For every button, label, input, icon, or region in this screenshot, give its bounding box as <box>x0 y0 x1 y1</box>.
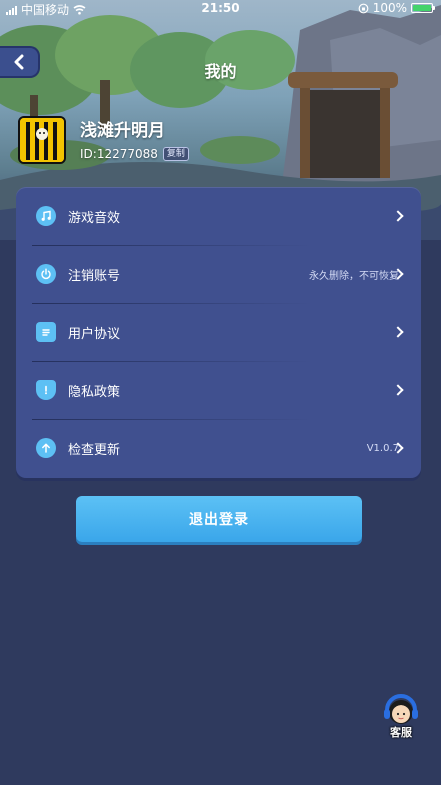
page-title: 我的 <box>204 62 237 81</box>
settings-item-delete-account[interactable]: 注销账号 永久删除，不可恢复 <box>16 245 421 303</box>
settings-item-privacy-policy[interactable]: 隐私政策 <box>16 361 421 419</box>
document-icon <box>36 322 56 342</box>
battery-percent: 100% <box>372 1 407 15</box>
settings-item-check-update[interactable]: 检查更新 V1.0.7 <box>16 419 421 477</box>
chevron-right-icon <box>392 210 404 222</box>
avatar[interactable] <box>18 116 66 164</box>
orientation-lock-icon <box>358 3 369 13</box>
customer-service-button[interactable]: 客服 <box>381 690 421 742</box>
customer-service-label: 客服 <box>390 726 412 739</box>
status-right: 100% <box>358 1 435 15</box>
copy-id-button[interactable]: 复制 <box>162 147 189 161</box>
user-id-row: ID:12277088 复制 <box>80 147 189 161</box>
shield-icon <box>36 380 56 400</box>
logout-button[interactable]: 退出登录 <box>76 496 362 542</box>
chevron-right-icon <box>392 384 404 396</box>
user-id: ID:12277088 <box>80 147 158 161</box>
status-bar: 中国移动 21:50 100% <box>0 0 441 18</box>
settings-item-label: 用户协议 <box>68 326 121 342</box>
settings-item-user-agreement[interactable]: 用户协议 <box>16 303 421 361</box>
chevron-right-icon <box>392 326 404 338</box>
settings-item-label: 注销账号 <box>68 268 121 284</box>
settings-item-hint: 永久删除，不可恢复 <box>309 270 399 282</box>
settings-item-label: 游戏音效 <box>68 210 121 226</box>
power-icon <box>36 264 56 284</box>
arrow-up-icon <box>36 438 56 458</box>
settings-item-label: 隐私政策 <box>68 384 121 400</box>
settings-card: 游戏音效 注销账号 永久删除，不可恢复 用户协议 隐私政策 检查更新 V1.0.… <box>16 187 421 478</box>
username: 浅滩升明月 <box>80 121 165 141</box>
settings-item-sound[interactable]: 游戏音效 <box>16 187 421 245</box>
battery-icon <box>411 3 435 13</box>
settings-item-label: 检查更新 <box>68 442 121 458</box>
avatar-image <box>20 118 64 162</box>
music-note-icon <box>36 206 56 226</box>
